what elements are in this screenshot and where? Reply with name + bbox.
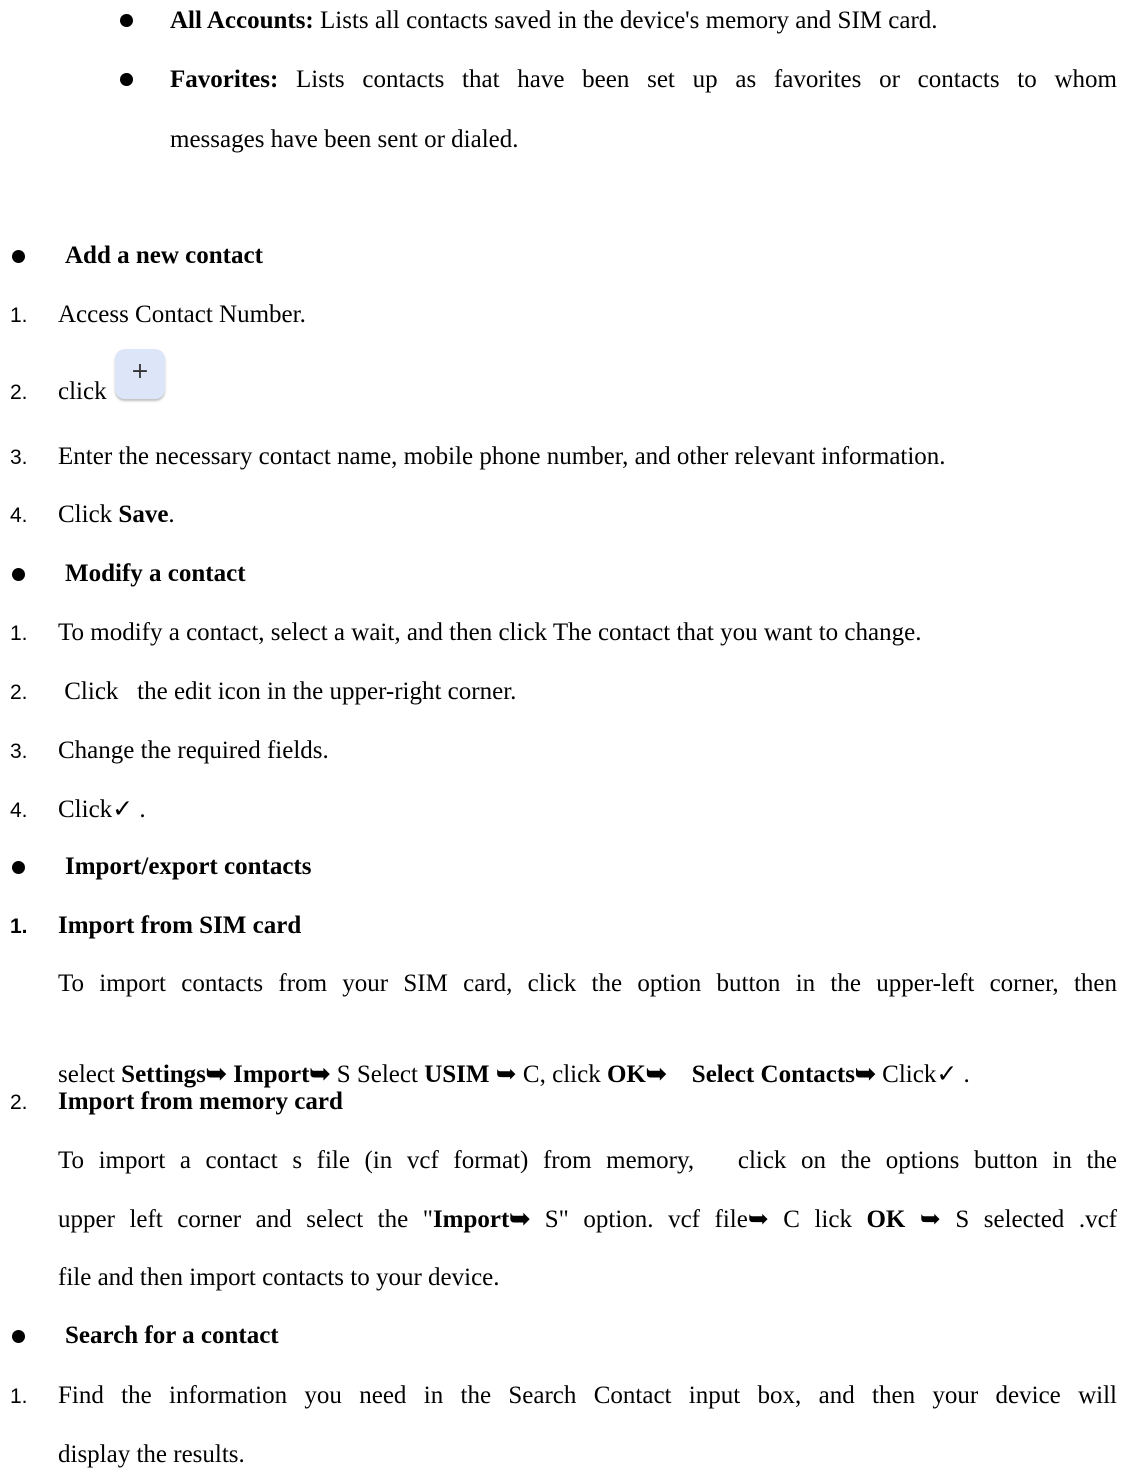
all-accounts-title: All Accounts: [170, 7, 314, 34]
sim-l2-e: ➥ C, click [489, 1061, 607, 1088]
mem-l2-c: S" option. vcf file➥ C lick [530, 1206, 867, 1233]
import-memory-title: Import from memory card [58, 1088, 343, 1115]
step-number: 2. [10, 381, 28, 404]
bullet-dot [120, 14, 133, 27]
favorites-item-line1: Favorites: Lists contacts that have been… [170, 64, 1117, 96]
import-memory-line1: To import a contact s file (in vcf forma… [58, 1147, 1117, 1174]
sim-l2-gap [667, 1061, 692, 1088]
add-step-3: Enter the necessary contact name, mobile… [58, 443, 946, 470]
plus-symbol: + [130, 359, 150, 384]
step-number: 1. [10, 304, 28, 327]
search-contact-heading: Search for a contact [65, 1322, 279, 1349]
import-memory-line2: upper left corner and select the "Import… [58, 1204, 1117, 1236]
add-step-4-text: Click [58, 501, 119, 528]
import-export-heading: Import/export contacts [65, 853, 312, 880]
add-step-4-period: . [168, 501, 175, 528]
bullet-dot [120, 73, 133, 86]
import-sim-line2: select Settings➥ Import➥ S Select USIM ➥… [58, 1027, 970, 1091]
search-step-1-line2: display the results. [58, 1441, 245, 1468]
step-number: 2. [10, 681, 28, 704]
modify-step-2: Click the edit icon in the upper-right c… [58, 678, 517, 705]
add-contact-heading: Add a new contact [65, 242, 263, 269]
step-number: 1. [10, 915, 28, 938]
modify-step-1: To modify a contact, select a wait, and … [58, 619, 922, 646]
favorites-text: Lists contacts that have been set up as … [278, 66, 1117, 93]
mem-l2-e: ➥ S selected .vcf [905, 1206, 1117, 1233]
section-bullet-dot [12, 568, 25, 581]
add-step-2: click [58, 378, 107, 405]
mem-l2-a: upper left corner and select the " [58, 1206, 433, 1233]
section-bullet-dot [12, 250, 25, 263]
add-step-1: Access Contact Number. [58, 301, 306, 328]
add-step-4: Click Save. [58, 499, 175, 531]
sim-l2-c: S Select [330, 1061, 425, 1088]
settings-import-label: Settings➥ Import➥ [121, 1061, 331, 1088]
all-accounts-text: Lists all contacts saved in the device's… [313, 7, 938, 34]
step-number: 3. [10, 446, 28, 469]
step-number: 1. [10, 622, 28, 645]
select-contacts-label: Select Contacts➥ [691, 1061, 876, 1088]
step-number: 4. [10, 799, 28, 822]
save-label: Save [118, 501, 169, 528]
modify-contact-heading: Modify a contact [65, 560, 246, 587]
modify-step-4: Click✓ . [58, 796, 146, 823]
all-accounts-item: All Accounts: Lists all contacts saved i… [170, 5, 938, 37]
step-number: 2. [10, 1091, 28, 1114]
modify-step-3: Change the required fields. [58, 737, 329, 764]
sim-l2-a: select [58, 1061, 122, 1088]
section-bullet-dot [12, 861, 25, 874]
sim-l2-i: Click✓ . [875, 1061, 970, 1088]
step-number: 1. [10, 1385, 28, 1408]
favorites-item-line2: messages have been sent or dialed. [170, 126, 519, 153]
add-contact-plus-icon[interactable]: + [115, 349, 165, 399]
usim-label: USIM [424, 1061, 490, 1088]
import-sim-title: Import from SIM card [58, 912, 302, 939]
step-number: 3. [10, 740, 28, 763]
ok-label: OK➥ [606, 1061, 667, 1088]
step-number: 4. [10, 504, 28, 527]
ok-label: OK [866, 1206, 906, 1233]
search-step-1-line1: Find the information you need in the Sea… [58, 1382, 1117, 1409]
section-bullet-dot [12, 1330, 25, 1343]
favorites-title: Favorites: [170, 66, 279, 93]
import-sim-line1: To import contacts from your SIM card, c… [58, 970, 1117, 997]
import-label: Import➥ [432, 1206, 531, 1233]
import-memory-line3: file and then import contacts to your de… [58, 1264, 500, 1291]
